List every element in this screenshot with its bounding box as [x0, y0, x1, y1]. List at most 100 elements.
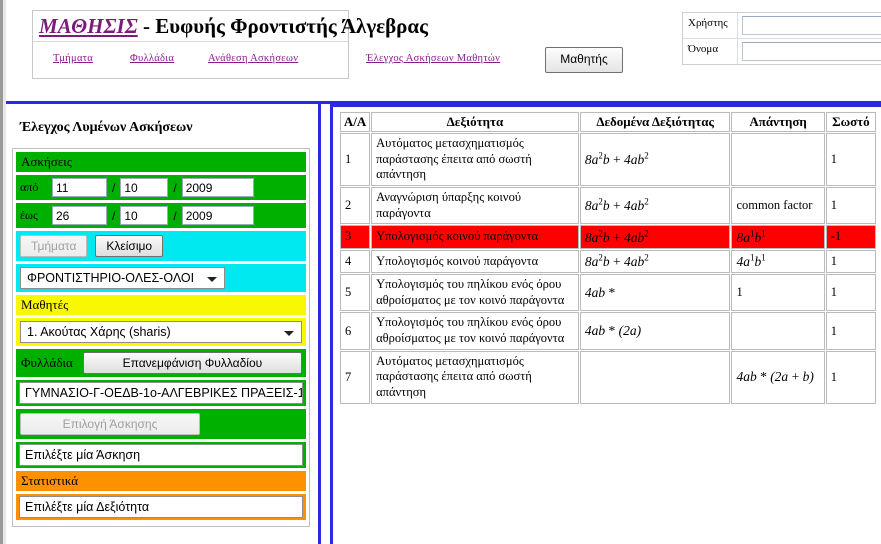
brand-name: ΜΑΘΗΣΙΣ: [39, 14, 138, 38]
cell-correct: 1: [825, 133, 876, 186]
col-header-skill-data: Δεδομένα Δεξιότητας: [579, 112, 731, 132]
exercise-pick-row: Επιλογή Άσκησης: [16, 409, 306, 439]
date-to-day[interactable]: 26: [52, 206, 107, 225]
booklet-field[interactable]: ΓΥΜΝΑΣΙΟ-Γ-ΟΕΔΒ-1ο-ΑΛΓΕΒΡΙΚΕΣ ΠΡΑΞΕΙΣ-1.: [19, 382, 303, 404]
chevron-down-icon: [284, 331, 294, 336]
table-row[interactable]: 2 Αναγνώριση ύπαρξης κοινού παράγοντα 8a2b…: [340, 186, 876, 225]
cell-index: 1: [340, 133, 371, 186]
cell-skill: Αναγνώριση ύπαρξης κοινού παράγοντα: [371, 186, 579, 225]
header-title-box: ΜΑΘΗΣΙΣ - Ευφυής Φροντιστής Άλγεβρας Τμή…: [32, 10, 623, 79]
cell-answer: [731, 312, 825, 350]
col-header-correct: Σωστό: [825, 112, 876, 132]
class-select-row: ΦΡΟΝΤΙΣΤΗΡΙΟ-ΟΛΕΣ-ΟΛΟΙ: [16, 264, 306, 292]
date-from-month[interactable]: 10: [120, 178, 169, 197]
cell-skill-data: 8a2b + 4ab2: [579, 133, 731, 186]
date-from-sep1: /: [112, 180, 116, 195]
cell-skill-data: 8a2b + 4ab2: [579, 249, 731, 274]
cell-answer: 8a1b1: [731, 225, 825, 249]
table-row[interactable]: 5 Υπολογισμός του πηλίκου ενός όρου αθροί…: [340, 274, 876, 312]
exercise-value-row: Επιλέξτε μία Άσκηση: [16, 442, 306, 468]
band-booklets-label: Φυλλάδια: [21, 355, 73, 370]
cell-skill: Υπολογισμός κοινού παράγοντα: [371, 249, 579, 274]
date-to-year[interactable]: 2009: [181, 206, 254, 225]
role-button-student[interactable]: Μαθητής: [545, 47, 623, 73]
band-exercises: Ασκήσεις: [16, 152, 306, 172]
table-row[interactable]: 3 Υπολογισμός κοινού παράγοντα 8a2b + 4ab2…: [340, 225, 876, 249]
band-students-label: Μαθητές: [21, 297, 69, 312]
user-label-name: Όνομα: [683, 39, 738, 64]
cell-answer: common factor: [731, 186, 825, 225]
booklets-row: Φυλλάδια Επανεμφάνιση Φυλλαδίου: [16, 349, 306, 377]
cell-correct: 1: [825, 312, 876, 350]
username-input[interactable]: [742, 16, 881, 35]
sidebar-panel: Έλεγχος Λυμένων Ασκήσεων Ασκήσεις από 11…: [6, 104, 321, 544]
cell-index: 4: [340, 249, 371, 274]
cell-index: 5: [340, 274, 371, 312]
booklet-refresh-button[interactable]: Επανεμφάνιση Φυλλαδίου: [82, 352, 302, 374]
cell-skill-data: 4ab * (2a): [579, 312, 731, 350]
sidebar-controls-box: Ασκήσεις από 11 / 10 / 2009 έως 26 / 10 …: [12, 148, 310, 527]
date-from-sep2: /: [173, 180, 177, 195]
date-to-sep1: /: [112, 208, 116, 223]
table-row[interactable]: 6 Υπολογισμός του πηλίκου ενός όρου αθροί…: [340, 312, 876, 350]
date-from-row: από 11 / 10 / 2009: [16, 175, 306, 200]
cell-skill: Υπολογισμός του πηλίκου ενός όρου αθροίσ…: [371, 312, 579, 350]
close-button[interactable]: Κλείσιμο: [95, 235, 164, 257]
skill-value-row: Επιλέξτε μία Δεξιότητα: [16, 494, 306, 520]
app-page: ΜΑΘΗΣΙΣ - Ευφυής Φροντιστής Άλγεβρας Τμή…: [0, 0, 881, 544]
col-header-index: A/A: [340, 112, 371, 132]
skill-field[interactable]: Επιλέξτε μία Δεξιότητα: [19, 496, 303, 518]
cell-correct: 1: [825, 249, 876, 274]
classes-button[interactable]: Τμήματα: [20, 235, 88, 257]
nav-item-booklets[interactable]: Φυλλάδια: [130, 53, 174, 64]
band-stats: Στατιστικά: [16, 471, 306, 491]
col-header-skill: Δεξιότητα: [371, 112, 579, 132]
nav-item-classes[interactable]: Τμήματα: [53, 53, 93, 64]
class-select[interactable]: ΦΡΟΝΤΙΣΤΗΡΙΟ-ΟΛΕΣ-ΟΛΟΙ: [20, 267, 225, 289]
cell-answer: 1: [731, 274, 825, 312]
page-title-rest: - Ευφυής Φροντιστής Άλγεβρας: [137, 14, 429, 38]
main-nav: Τμήματα Φυλλάδια Ανάθεση Ασκήσεων Έλεγχο…: [33, 42, 623, 78]
name-input[interactable]: [742, 42, 881, 61]
student-select[interactable]: 1. Ακούτας Χάρης (sharis): [20, 321, 302, 343]
nav-item-check-student-exercises[interactable]: Έλεγχος Ασκήσεων Μαθητών: [366, 53, 500, 64]
cell-correct: 1: [825, 274, 876, 312]
student-select-row: 1. Ακούτας Χάρης (sharis): [16, 318, 306, 346]
date-from-year[interactable]: 2009: [181, 178, 254, 197]
class-buttons-row: Τμήματα Κλείσιμο: [16, 231, 306, 261]
user-row-name: Όνομα: [683, 39, 881, 64]
band-students: Μαθητές: [16, 295, 306, 315]
table-row[interactable]: 7 Αυτόματος μετασχηματισμός παράστασης έπ…: [340, 350, 876, 404]
exercise-field[interactable]: Επιλέξτε μία Άσκηση: [19, 444, 303, 466]
results-table-wrap: A/A Δεξιότητα Δεδομένα Δεξιότητας Απάντη…: [333, 107, 881, 405]
cell-index: 6: [340, 312, 371, 350]
table-header-row: A/A Δεξιότητα Δεδομένα Δεξιότητας Απάντη…: [340, 112, 876, 132]
cell-index: 2: [340, 186, 371, 225]
nav-item-assign-exercises[interactable]: Ανάθεση Ασκήσεων: [208, 53, 298, 64]
band-stats-label: Στατιστικά: [21, 473, 79, 488]
cell-skill: Αυτόματος μετασχηματισμός παράστασης έπε…: [371, 133, 579, 186]
results-table: A/A Δεξιότητα Δεδομένα Δεξιότητας Απάντη…: [339, 111, 877, 405]
cell-skill: Υπολογισμός του πηλίκου ενός όρου αθροίσ…: [371, 274, 579, 312]
date-to-sep2: /: [173, 208, 177, 223]
cell-skill-data: 8a2b + 4ab2: [579, 225, 731, 249]
date-from-label: από: [20, 180, 39, 194]
table-row[interactable]: 4 Υπολογισμός κοινού παράγοντα 8a2b + 4ab2…: [340, 249, 876, 274]
table-row[interactable]: 1 Αυτόματος μετασχηματισμός παράστασης έπ…: [340, 133, 876, 186]
student-select-value: 1. Ακούτας Χάρης (sharis): [27, 325, 171, 339]
cell-skill-data: 4ab *: [579, 274, 731, 312]
user-label-username: Χρήστης: [683, 13, 738, 38]
cell-skill-data: 8a2b + 4ab2: [579, 186, 731, 225]
sidebar-title: Έλεγχος Λυμένων Ασκήσεων: [20, 120, 193, 135]
chevron-down-icon: [207, 277, 217, 282]
date-to-month[interactable]: 10: [120, 206, 169, 225]
results-panel: A/A Δεξιότητα Δεδομένα Δεξιότητας Απάντη…: [330, 104, 881, 544]
cell-index: 3: [340, 225, 371, 249]
results-table-body: 1 Αυτόματος μετασχηματισμός παράστασης έπ…: [340, 133, 876, 404]
user-row-username: Χρήστης: [683, 13, 881, 39]
col-header-answer: Απάντηση: [731, 112, 825, 132]
exercise-pick-button[interactable]: Επιλογή Άσκησης: [20, 413, 200, 435]
cell-answer: [731, 133, 825, 186]
top-header-bar: ΜΑΘΗΣΙΣ - Ευφυής Φροντιστής Άλγεβρας Τμή…: [6, 0, 881, 104]
date-from-day[interactable]: 11: [52, 178, 107, 197]
